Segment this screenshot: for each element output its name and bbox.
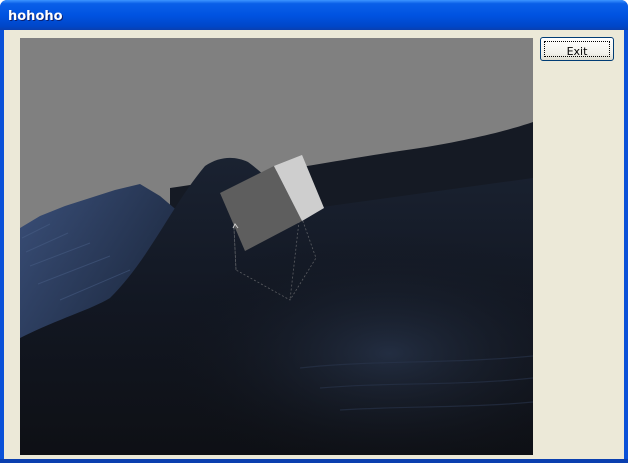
client-area: Exit bbox=[4, 30, 624, 459]
window-frame-bottom bbox=[0, 459, 628, 463]
title-bar[interactable]: hohoho bbox=[0, 0, 628, 30]
scene-canvas bbox=[20, 38, 533, 455]
app-window: hohoho Exit bbox=[0, 0, 628, 463]
3d-viewport[interactable] bbox=[20, 38, 533, 455]
exit-button[interactable]: Exit bbox=[540, 37, 614, 61]
window-title: hohoho bbox=[8, 9, 63, 24]
exit-button-label: Exit bbox=[566, 45, 588, 58]
